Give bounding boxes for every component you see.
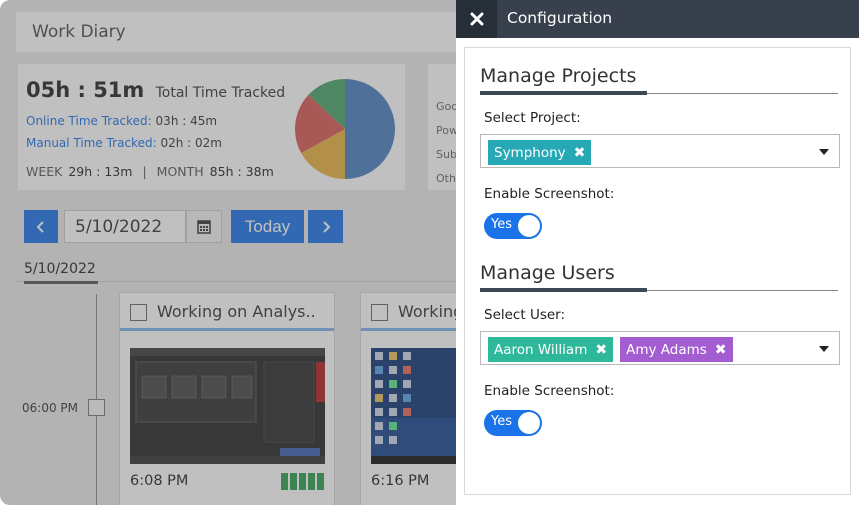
toggle-label: Yes <box>491 217 512 232</box>
configuration-title: Configuration <box>507 9 613 27</box>
remove-tag-icon[interactable]: ✖ <box>574 145 586 161</box>
close-icon <box>470 12 483 26</box>
close-button[interactable] <box>456 0 497 38</box>
manage-users-title: Manage Users <box>480 262 615 284</box>
user-screenshot-toggle[interactable]: Yes <box>484 410 542 436</box>
toggle-knob <box>518 215 540 237</box>
section-divider-accent <box>480 91 647 95</box>
chevron-down-icon[interactable] <box>819 346 829 352</box>
toggle-label: Yes <box>491 414 512 429</box>
toggle-knob <box>518 412 540 434</box>
user-select[interactable]: Aaron William ✖ Amy Adams ✖ <box>480 331 840 365</box>
section-divider-accent <box>480 288 647 292</box>
project-tag: Symphony ✖ <box>488 140 592 165</box>
chevron-down-icon[interactable] <box>819 149 829 155</box>
project-tags: Symphony ✖ <box>488 140 592 165</box>
remove-tag-icon[interactable]: ✖ <box>595 342 607 358</box>
user-tag: Aaron William ✖ <box>488 337 614 362</box>
user-tag-label: Aaron William <box>494 341 588 358</box>
project-select[interactable]: Symphony ✖ <box>480 134 840 168</box>
manage-projects-title: Manage Projects <box>480 65 637 87</box>
configuration-panel: Configuration Manage Projects Select Pro… <box>456 0 859 505</box>
project-tag-label: Symphony <box>494 144 566 161</box>
select-user-label: Select User: <box>484 307 566 323</box>
user-screenshot-label: Enable Screenshot: <box>484 383 615 399</box>
user-tags: Aaron William ✖ Amy Adams ✖ <box>488 337 733 362</box>
project-screenshot-label: Enable Screenshot: <box>484 186 615 202</box>
user-tag-label: Amy Adams <box>626 341 707 358</box>
remove-tag-icon[interactable]: ✖ <box>715 342 727 358</box>
project-screenshot-toggle[interactable]: Yes <box>484 213 542 239</box>
configuration-body: Manage Projects Select Project: Symphony… <box>464 47 851 495</box>
configuration-header: Configuration <box>456 0 859 38</box>
user-tag: Amy Adams ✖ <box>620 337 733 362</box>
select-project-label: Select Project: <box>484 110 581 126</box>
